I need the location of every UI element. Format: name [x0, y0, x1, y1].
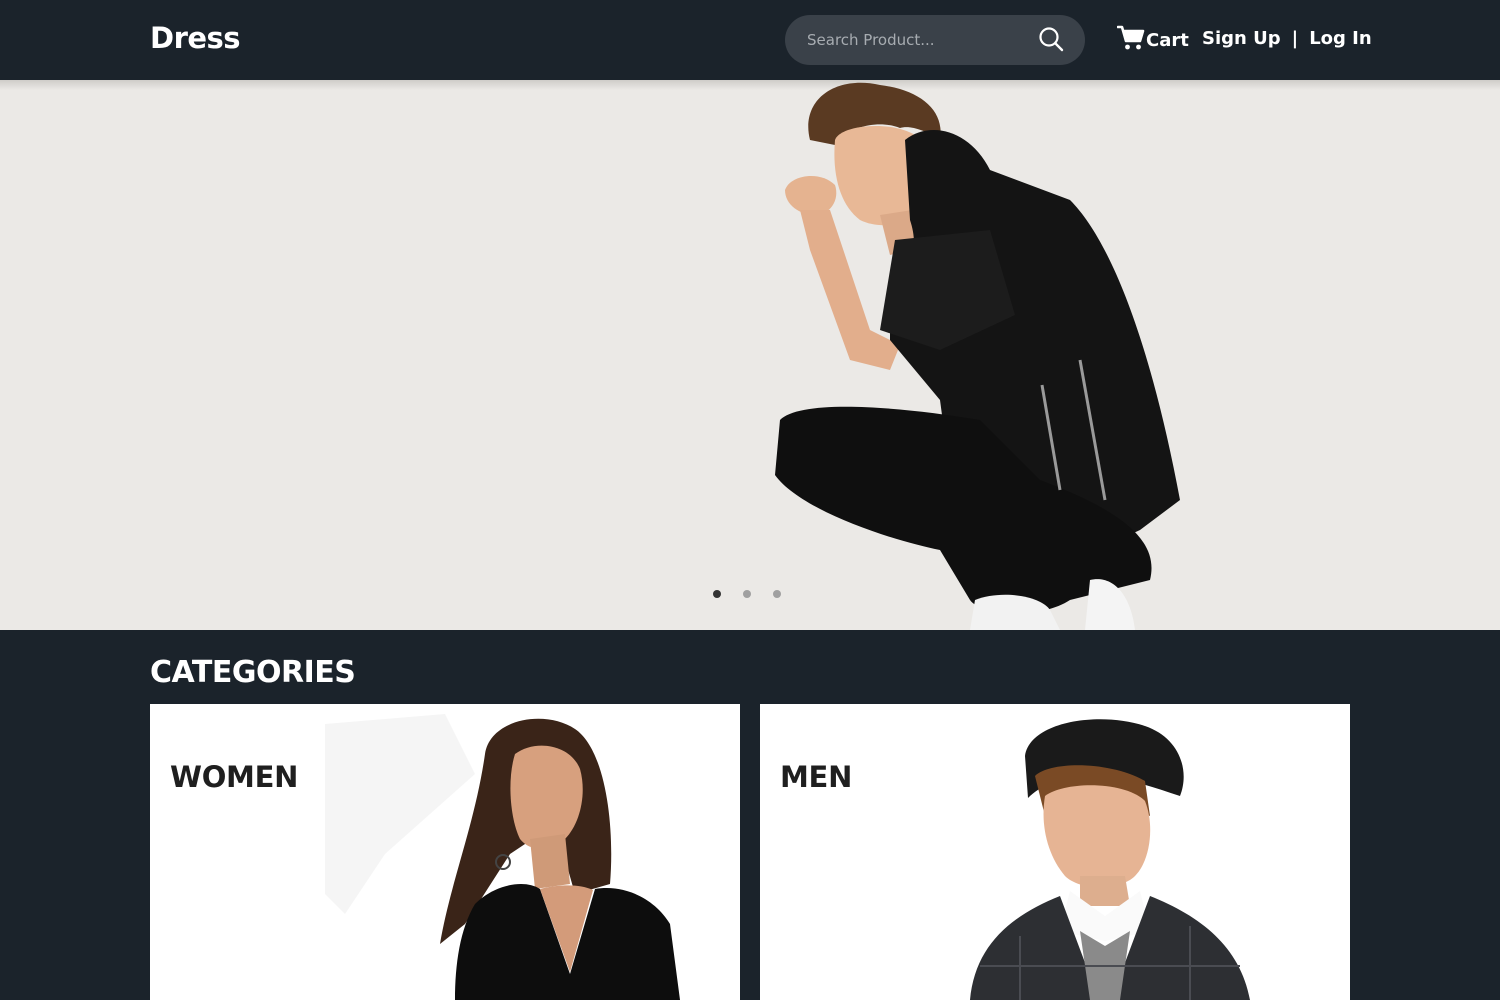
men-category-image [970, 719, 1250, 1000]
hero-model-image [775, 82, 1180, 630]
carousel-dot-2[interactable] [743, 590, 751, 598]
women-category-label: WOMEN [170, 760, 299, 794]
signup-link[interactable]: Sign Up [1202, 28, 1281, 49]
men-category-label: MEN [780, 760, 853, 794]
women-category-image [325, 714, 680, 1000]
search-bar [785, 15, 1085, 65]
carousel-dot-3[interactable] [773, 590, 781, 598]
cart-label: Cart [1146, 29, 1189, 51]
cart-icon [1116, 25, 1145, 55]
auth-separator: | [1291, 28, 1299, 49]
auth-links: Sign Up | Log In [1202, 28, 1372, 49]
category-card-men[interactable]: MEN [760, 704, 1350, 1000]
category-card-women[interactable]: WOMEN [150, 704, 740, 1000]
cart-link[interactable]: Cart [1116, 25, 1189, 55]
search-input[interactable] [807, 15, 1027, 65]
carousel-dots [713, 590, 781, 598]
login-link[interactable]: Log In [1309, 28, 1372, 49]
carousel-dot-1[interactable] [713, 590, 721, 598]
site-header: Dress Cart Sign Up | Log In [0, 0, 1500, 80]
categories-heading: CATEGORIES [150, 655, 356, 690]
hero-carousel [0, 80, 1500, 630]
site-logo[interactable]: Dress [150, 21, 241, 55]
search-icon[interactable] [1037, 25, 1067, 55]
